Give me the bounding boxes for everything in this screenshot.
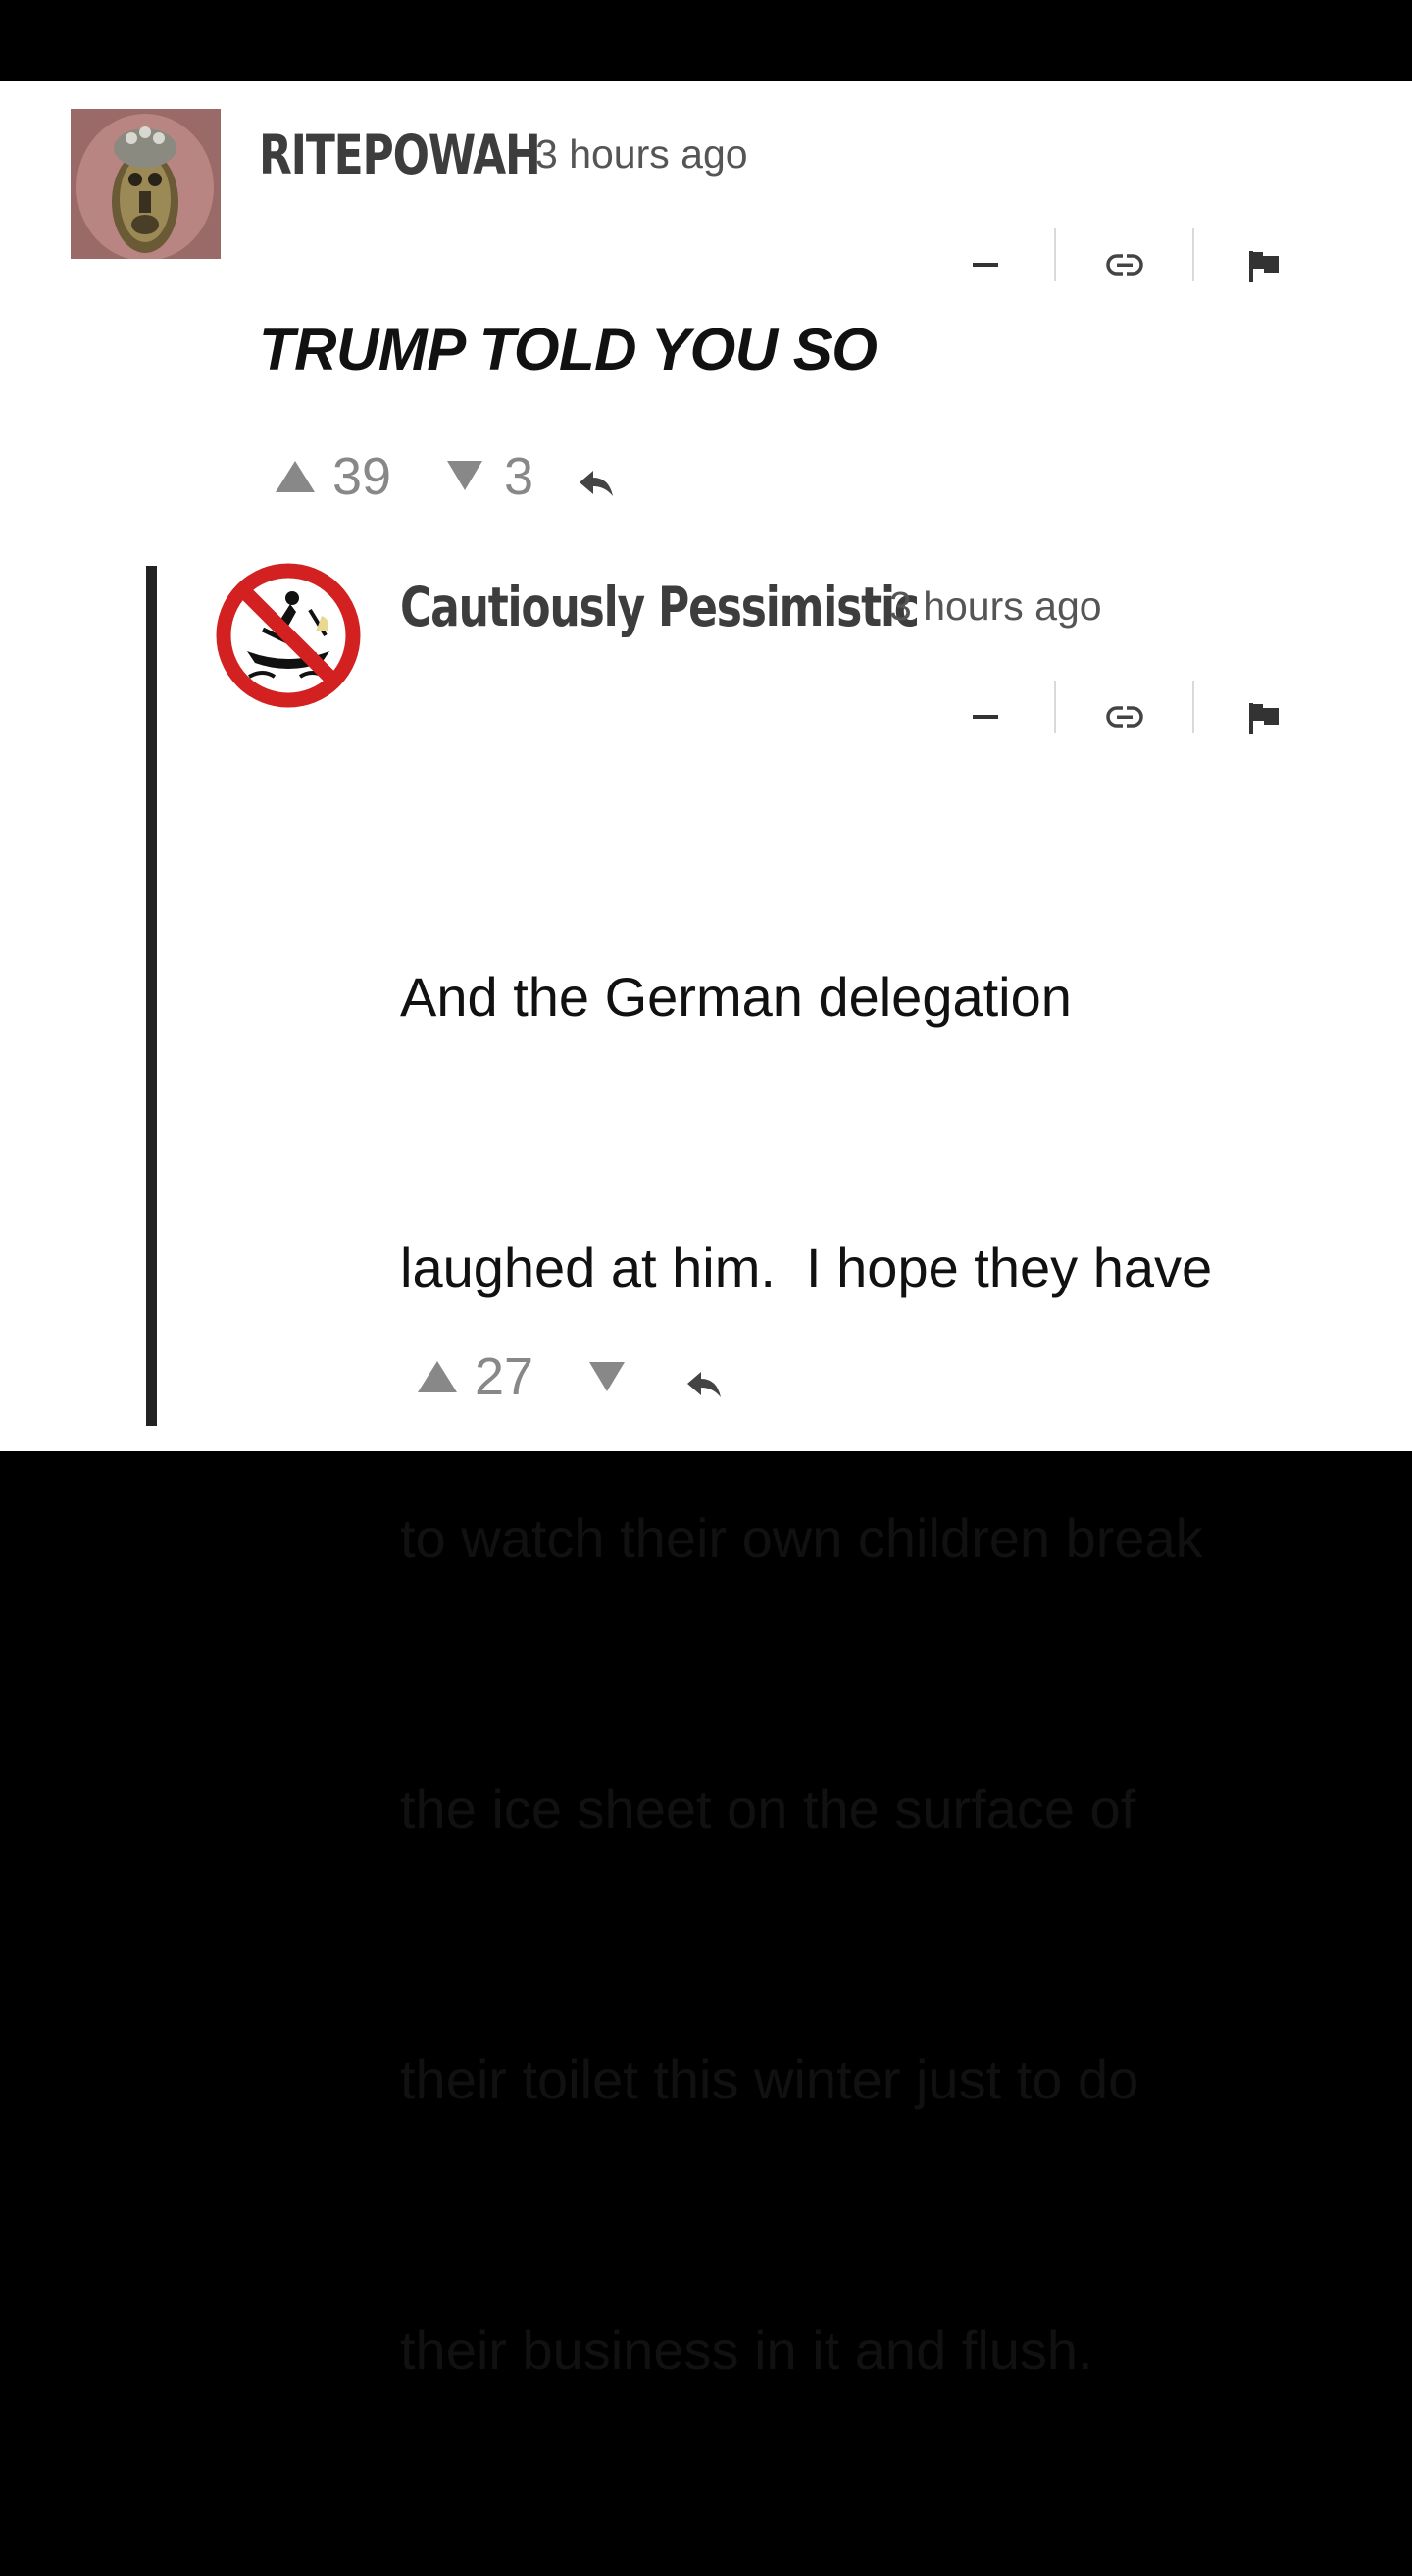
collapse-icon <box>973 715 998 719</box>
upvote-button[interactable] <box>416 1359 459 1394</box>
downvote-count: 3 <box>504 447 534 506</box>
timestamp[interactable]: 3 hours ago <box>535 131 748 177</box>
lion-ring-avatar-icon <box>71 109 221 259</box>
downvote-button[interactable] <box>587 1360 627 1393</box>
comment-body-line: laughed at him. I hope they have <box>400 1237 1213 1298</box>
upvote-count: 27 <box>475 1347 534 1406</box>
comment-body-line: And the German delegation <box>400 966 1072 1028</box>
collapse-button[interactable] <box>971 710 1000 724</box>
flag-icon <box>1249 703 1279 734</box>
timestamp[interactable]: 3 hours ago <box>889 583 1102 630</box>
link-button[interactable] <box>1105 704 1144 730</box>
no-boating-sign-avatar-icon <box>214 561 363 710</box>
downvote-icon <box>447 461 482 490</box>
flag-icon <box>1249 251 1279 282</box>
reply-icon <box>580 471 613 496</box>
upvote-icon <box>418 1361 457 1392</box>
comment-body-line: their business in it and flush. <box>400 2319 1093 2381</box>
divider <box>1054 681 1056 733</box>
avatar[interactable] <box>71 109 221 259</box>
username[interactable]: Cautiously Pessimistic <box>400 576 920 638</box>
comment-body: TRUMP TOLD YOU SO <box>259 317 878 382</box>
thread-line <box>146 566 157 1426</box>
username[interactable]: RITEPOWAH <box>259 124 541 186</box>
upvote-icon <box>276 461 315 492</box>
downvote-button[interactable] <box>445 459 484 492</box>
avatar[interactable] <box>214 561 363 710</box>
divider <box>1192 228 1194 281</box>
comment-body: And the German delegation laughed at him… <box>400 772 1341 2576</box>
reply-button[interactable] <box>685 1368 725 1401</box>
link-icon <box>1106 254 1143 276</box>
downvote-icon <box>589 1362 625 1391</box>
divider <box>1054 228 1056 281</box>
comment-body-line: to watch their own children break <box>400 1507 1203 1569</box>
comment-body-line: their toilet this winter just to do <box>400 2048 1139 2110</box>
flag-button[interactable] <box>1247 701 1281 736</box>
divider <box>1192 681 1194 733</box>
link-icon <box>1106 706 1143 728</box>
upvote-count: 39 <box>332 447 392 506</box>
collapse-button[interactable] <box>971 258 1000 272</box>
reply-button[interactable] <box>578 467 617 500</box>
link-button[interactable] <box>1105 252 1144 278</box>
flag-button[interactable] <box>1247 249 1281 284</box>
collapse-icon <box>973 263 998 267</box>
reply-icon <box>687 1372 721 1397</box>
upvote-button[interactable] <box>274 459 317 494</box>
comment-body-line: the ice sheet on the surface of <box>400 1778 1136 1840</box>
